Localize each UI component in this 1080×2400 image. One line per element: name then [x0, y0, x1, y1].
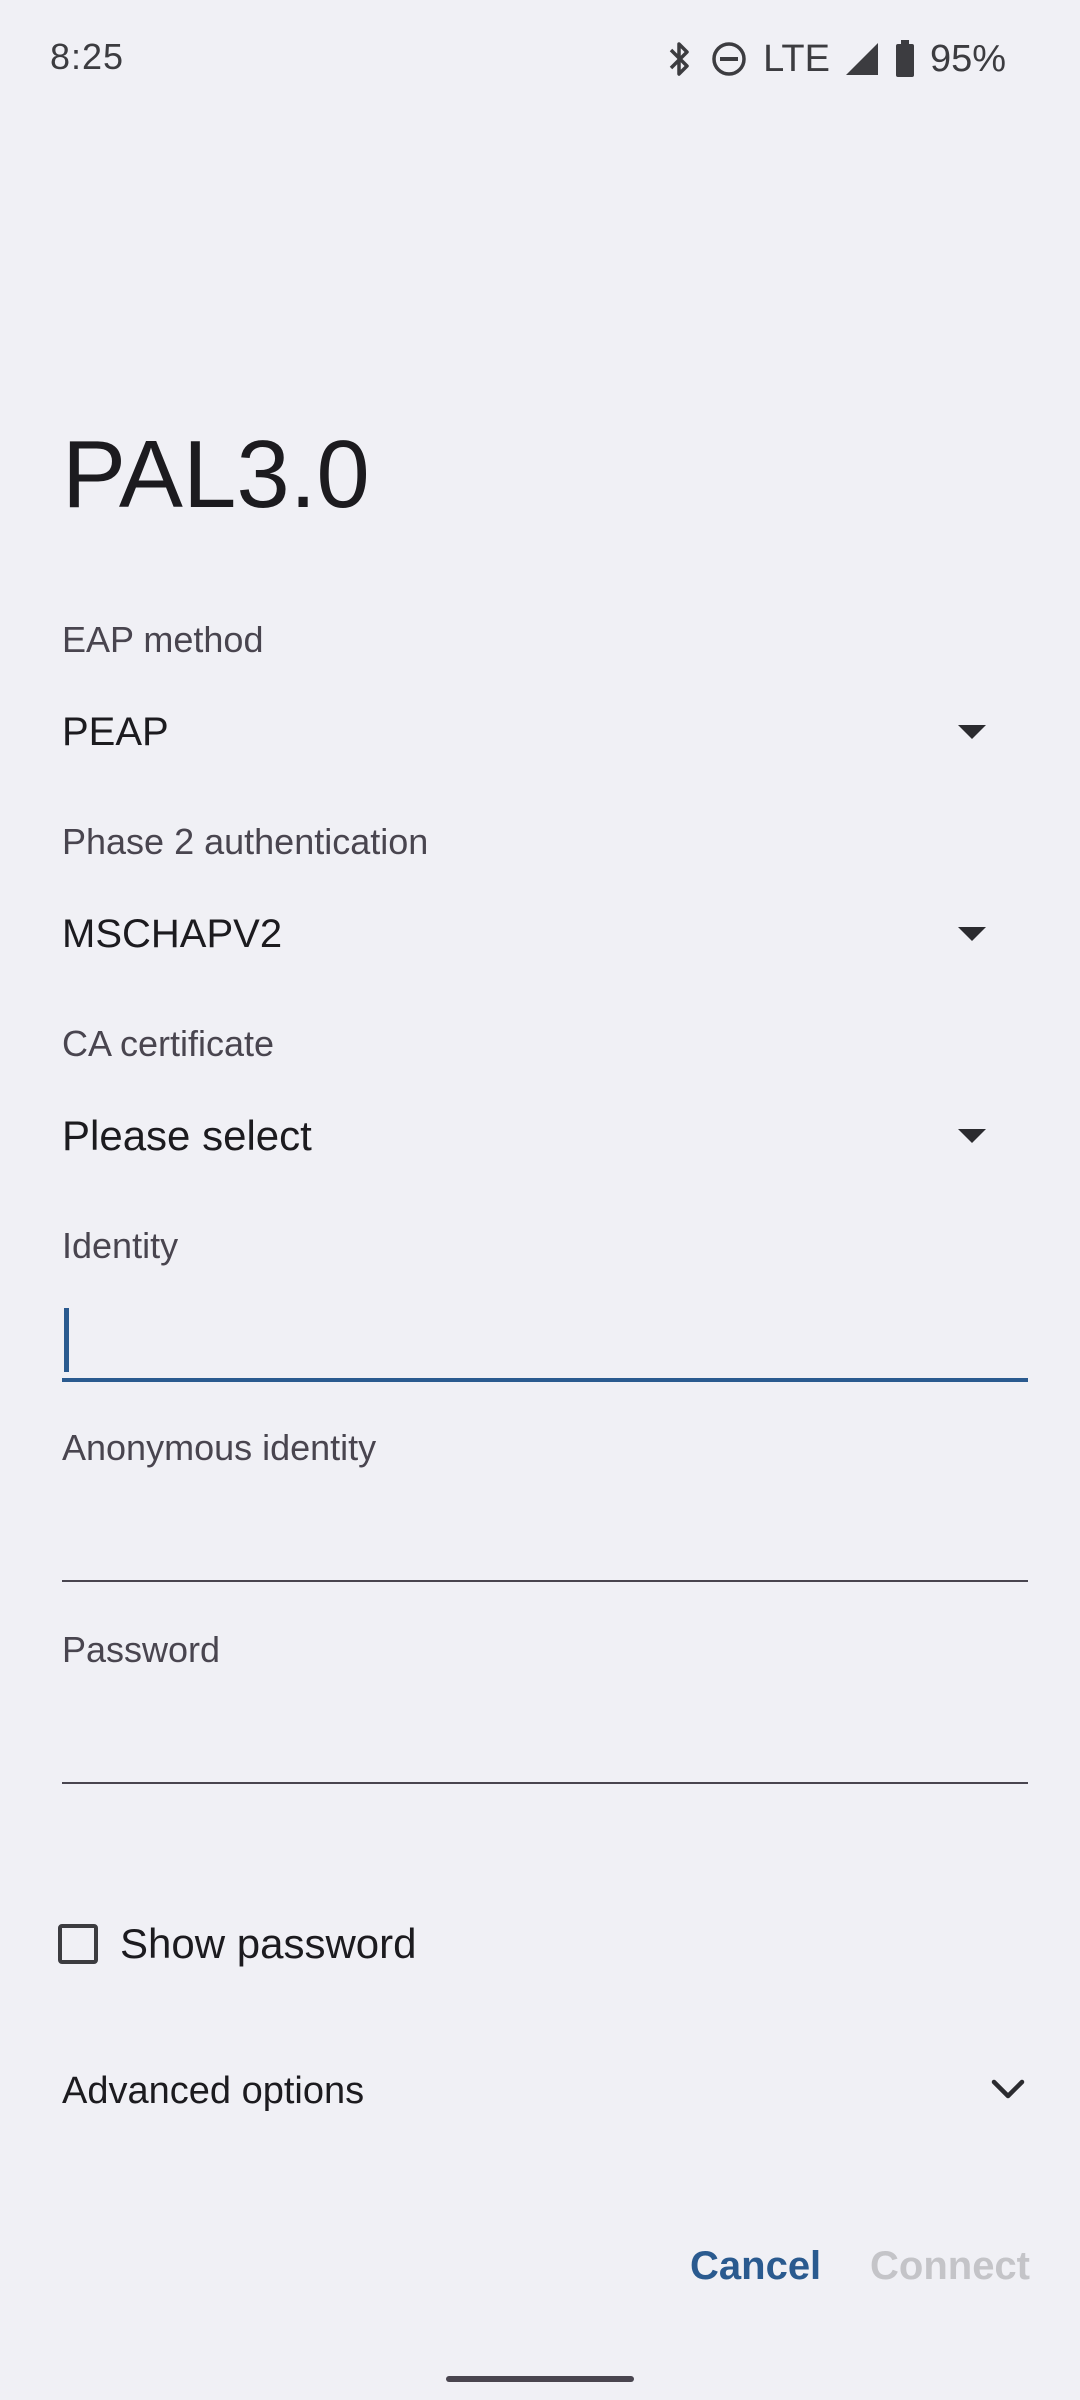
chevron-down-icon — [988, 2075, 1028, 2108]
battery-level: 95% — [929, 37, 1006, 80]
navigation-handle[interactable] — [446, 2376, 634, 2382]
signal-icon — [844, 41, 880, 77]
wifi-config-screen: 8:25 LTE 95% PAL3.0 EAP method PEAP Phas… — [0, 0, 1080, 2400]
phase2-auth-select[interactable]: MSCHAPV2 — [62, 894, 1002, 974]
anonymous-identity-label: Anonymous identity — [62, 1427, 377, 1468]
phase2-auth-value: MSCHAPV2 — [62, 911, 283, 956]
network-title: PAL3.0 — [62, 421, 370, 528]
dropdown-arrow-icon — [958, 725, 986, 739]
ca-certificate-label: CA certificate — [62, 1023, 275, 1064]
ca-certificate-select[interactable]: Please select — [62, 1096, 1002, 1176]
identity-input[interactable] — [62, 1298, 1028, 1382]
connect-button[interactable]: Connect — [870, 2236, 1030, 2296]
status-bar: 8:25 LTE 95% — [0, 0, 1080, 120]
identity-label: Identity — [62, 1225, 179, 1266]
phase2-auth-label: Phase 2 authentication — [62, 821, 429, 862]
status-icons: LTE 95% — [665, 36, 1006, 82]
advanced-options-toggle[interactable]: Advanced options — [62, 2056, 1028, 2126]
status-time: 8:25 — [50, 36, 125, 77]
dropdown-arrow-icon — [958, 927, 986, 941]
checkbox-icon[interactable] — [58, 1924, 98, 1964]
text-cursor — [64, 1308, 69, 1372]
advanced-options-label: Advanced options — [62, 2069, 365, 2112]
eap-method-value: PEAP — [62, 709, 169, 754]
show-password-checkbox[interactable]: Show password — [58, 1914, 416, 1974]
bluetooth-icon — [665, 39, 695, 79]
network-type: LTE — [763, 37, 830, 80]
anonymous-identity-input[interactable] — [62, 1500, 1028, 1582]
password-input[interactable] — [62, 1702, 1028, 1784]
eap-method-label: EAP method — [62, 619, 264, 660]
battery-icon — [894, 39, 916, 79]
eap-method-select[interactable]: PEAP — [62, 692, 1002, 772]
password-label: Password — [62, 1629, 221, 1670]
show-password-label: Show password — [120, 1920, 417, 1967]
cancel-button[interactable]: Cancel — [690, 2236, 821, 2296]
dropdown-arrow-icon — [958, 1129, 986, 1143]
ca-certificate-value: Please select — [62, 1112, 312, 1159]
do-not-disturb-icon — [709, 39, 749, 79]
